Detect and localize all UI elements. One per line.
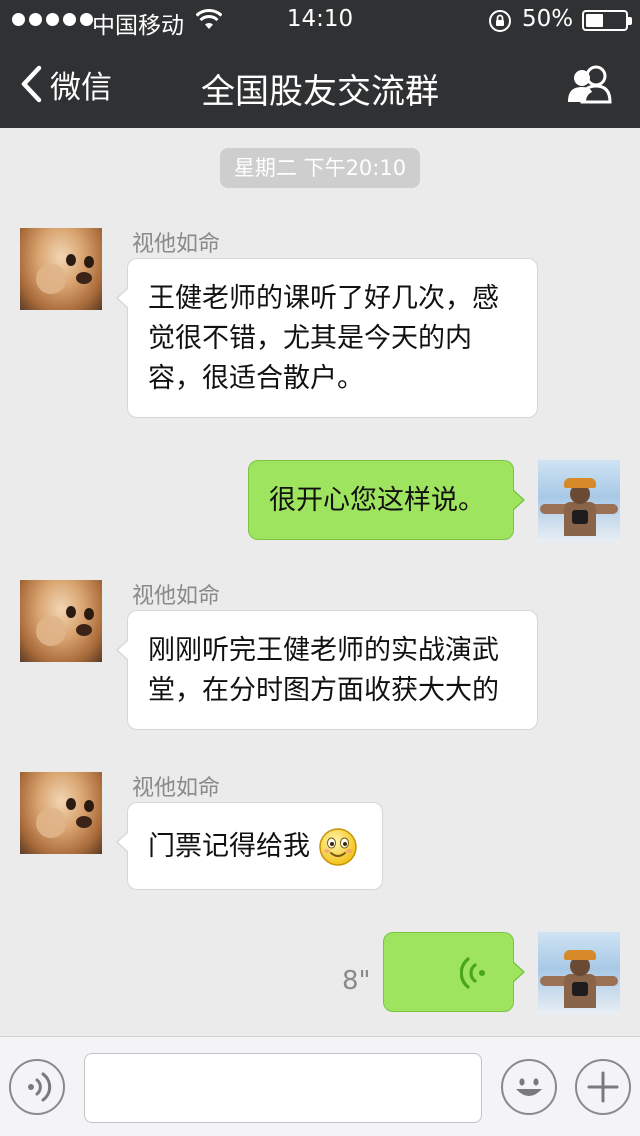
status-bar: 中国移动 14:10 50%: [0, 0, 640, 40]
message-text: 刚刚听完王健老师的实战演武 堂，在分时图方面收获大大的: [148, 631, 521, 711]
sender-name: 视他如命: [132, 232, 221, 257]
input-bar: [0, 1036, 640, 1136]
battery-icon: [582, 10, 632, 31]
message-line: 刚刚听完王健老师的实战演武: [148, 635, 499, 666]
voice-wave-icon: [460, 957, 485, 989]
message-bubble[interactable]: 刚刚听完王健老师的实战演武 堂，在分时图方面收获大大的: [116, 610, 538, 730]
message-bubble[interactable]: 门票记得给我: [116, 802, 383, 890]
message-text: 很开心您这样说。: [269, 481, 497, 521]
voice-duration: 8": [342, 966, 371, 996]
voice-mode-button[interactable]: [9, 1059, 65, 1115]
message-line: 觉很不错，尤其是今天的内: [148, 323, 472, 354]
voice-mode-icon: [28, 1072, 52, 1102]
sender-name: 视他如命: [132, 584, 221, 609]
message-line: 容，很适合散户。: [148, 363, 364, 394]
battery-percent: 50%: [522, 6, 574, 32]
emoji-button[interactable]: [501, 1059, 557, 1115]
more-options-button[interactable]: [575, 1059, 631, 1115]
message-line: 门票记得给我: [148, 831, 310, 862]
navigation-bar: 微信 全国股友交流群: [0, 40, 640, 128]
battery-level: [586, 14, 603, 27]
my-avatar[interactable]: [538, 932, 620, 1014]
plus-icon: [587, 1071, 619, 1103]
message-line: 很开心您这样说。: [269, 485, 485, 516]
message-line: 王健老师的课听了好几次，感: [148, 283, 499, 314]
avatar[interactable]: [20, 580, 102, 662]
my-avatar[interactable]: [538, 460, 620, 542]
top-bar: 中国移动 14:10 50% 微信 全国股友交流群: [0, 0, 640, 128]
smiley-icon: [319, 828, 357, 866]
message-input[interactable]: [84, 1053, 482, 1123]
avatar[interactable]: [20, 228, 102, 310]
emoji-icon: [516, 1078, 542, 1096]
sender-name: 视他如命: [132, 776, 221, 801]
message-text: 王健老师的课听了好几次，感 觉很不错，尤其是今天的内 容，很适合散户。: [148, 279, 521, 399]
message-timestamp: 星期二 下午20:10: [220, 148, 420, 188]
group-members-icon[interactable]: [566, 64, 614, 104]
orientation-lock-icon: [489, 10, 511, 32]
message-bubble[interactable]: 王健老师的课听了好几次，感 觉很不错，尤其是今天的内 容，很适合散户。: [116, 258, 538, 418]
page-title: 全国股友交流群: [201, 72, 439, 112]
voice-message-bubble[interactable]: [383, 932, 525, 1012]
chat-area[interactable]: 星期二 下午20:10 视他如命 王健老师的课听了好几次，感 觉很不错，尤其是今…: [0, 128, 640, 1036]
avatar[interactable]: [20, 772, 102, 854]
message-line: 堂，在分时图方面收获大大的: [148, 675, 499, 706]
message-bubble[interactable]: 很开心您这样说。: [248, 460, 525, 540]
